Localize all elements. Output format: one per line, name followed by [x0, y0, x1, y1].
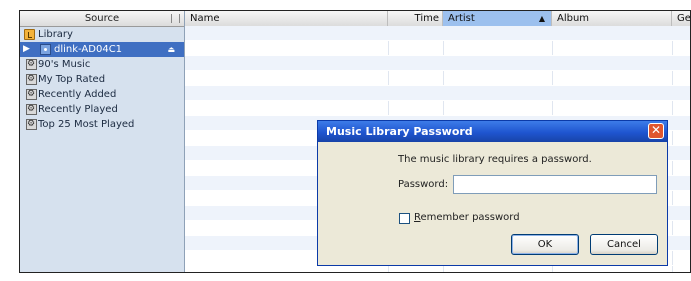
- remember-password-label[interactable]: Remember password: [414, 212, 520, 223]
- shared-library-icon: [40, 44, 51, 55]
- smart-playlist-icon: [26, 57, 37, 72]
- remember-password-checkbox[interactable]: [399, 213, 410, 224]
- column-header-name[interactable]: Name: [185, 11, 388, 26]
- sidebar-item-my-top-rated[interactable]: My Top Rated: [20, 72, 184, 87]
- sidebar-item-label: Top 25 Most Played: [38, 119, 135, 130]
- dialog-title-bar[interactable]: Music Library Password ✕: [318, 121, 667, 142]
- column-header-label: Genr: [677, 13, 691, 24]
- sidebar-item-label: My Top Rated: [38, 74, 106, 85]
- sidebar-item-shared-library[interactable]: ▶ dlink-AD04C1 ⏏: [20, 42, 184, 57]
- table-row[interactable]: [185, 86, 690, 101]
- smart-playlist-icon: [26, 117, 37, 132]
- smart-playlist-icon: [26, 102, 37, 117]
- smart-playlist-icon: [26, 87, 37, 102]
- sidebar-item-label: Recently Added: [38, 89, 117, 100]
- sidebar-item-recently-added[interactable]: Recently Added: [20, 87, 184, 102]
- remember-label-text: emember password: [420, 212, 520, 223]
- ok-button[interactable]: OK: [511, 234, 579, 255]
- password-dialog: Music Library Password ✕ The music libra…: [317, 120, 668, 266]
- table-row[interactable]: [185, 101, 690, 116]
- sidebar-item-label: Library: [38, 29, 73, 40]
- sort-ascending-icon: ▲: [538, 14, 545, 23]
- sidebar-item-label: dlink-AD04C1: [54, 44, 123, 55]
- password-label: Password:: [398, 179, 449, 190]
- column-header-artist[interactable]: Artist ▲: [443, 11, 552, 26]
- source-header[interactable]: Source: [20, 11, 184, 27]
- column-header-label: Time: [414, 13, 439, 24]
- column-header-label: Name: [190, 13, 220, 24]
- column-header-label: Album: [557, 13, 590, 24]
- dialog-title: Music Library Password: [326, 125, 473, 138]
- sidebar-item-label: 90's Music: [38, 59, 91, 70]
- music-note-icon: [24, 29, 35, 40]
- column-header-album[interactable]: Album: [552, 11, 672, 26]
- column-header-row: Name Time Artist ▲ Album Genr: [185, 11, 690, 27]
- disclosure-triangle-icon[interactable]: ▶: [23, 42, 30, 57]
- table-row[interactable]: [185, 26, 690, 41]
- column-header-label: Artist: [448, 13, 475, 24]
- sidebar-item-90s-music[interactable]: 90's Music: [20, 57, 184, 72]
- close-icon[interactable]: ✕: [648, 123, 664, 139]
- column-header-genre[interactable]: Genr: [672, 11, 691, 26]
- smart-playlist-icon: [26, 72, 37, 87]
- password-field[interactable]: [453, 175, 657, 194]
- source-sidebar: Source Library ▶ dlink-AD04C1 ⏏ 90's Mus…: [20, 11, 185, 272]
- source-header-label: Source: [84, 13, 120, 24]
- sidebar-item-label: Recently Played: [38, 104, 118, 115]
- table-row[interactable]: [185, 41, 690, 56]
- dialog-message: The music library requires a password.: [398, 154, 592, 165]
- resize-grip-icon[interactable]: [171, 14, 180, 23]
- table-row[interactable]: [185, 71, 690, 86]
- cancel-button[interactable]: Cancel: [590, 234, 658, 255]
- table-row[interactable]: [185, 56, 690, 71]
- eject-icon[interactable]: ⏏: [167, 42, 175, 57]
- sidebar-item-top-25-most-played[interactable]: Top 25 Most Played: [20, 117, 184, 132]
- column-header-time[interactable]: Time: [388, 11, 443, 26]
- sidebar-item-recently-played[interactable]: Recently Played: [20, 102, 184, 117]
- sidebar-item-library[interactable]: Library: [20, 27, 184, 42]
